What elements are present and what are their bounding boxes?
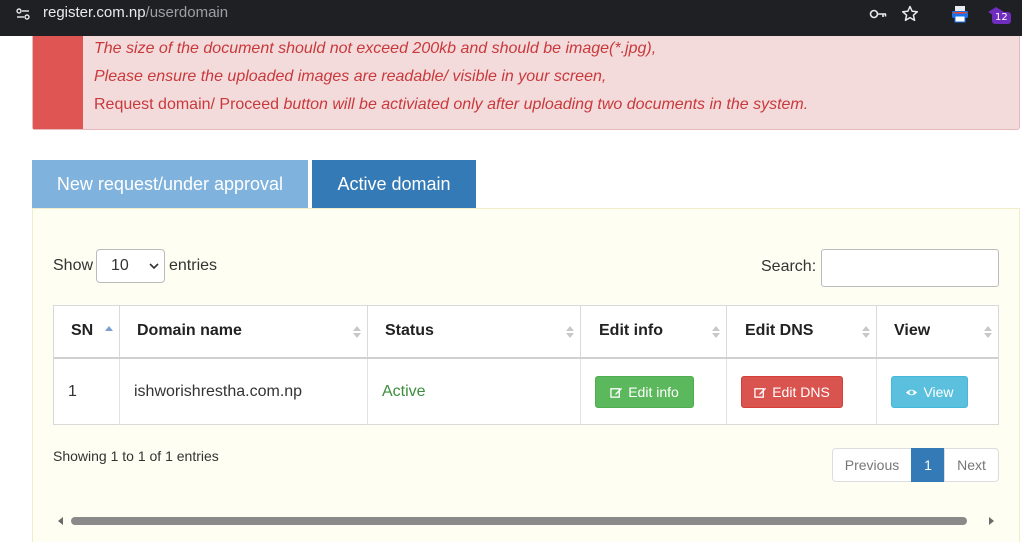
site-settings-icon[interactable] (15, 6, 31, 22)
edit-icon (754, 387, 767, 398)
entries-label: entries (169, 257, 218, 274)
column-header-label: Edit DNS (745, 322, 814, 339)
domains-table: SN Domain name Status Edit info Edit DNS… (53, 305, 999, 425)
url-domain: register.com.np (43, 4, 146, 21)
search-label: Search: (761, 258, 817, 275)
chevron-down-icon (149, 263, 159, 270)
cell-status: Active (368, 359, 581, 425)
edit-icon (610, 387, 623, 398)
sort-icon (566, 326, 574, 338)
key-icon[interactable] (868, 4, 888, 24)
view-button[interactable]: View (891, 376, 968, 408)
alert-line-size: The size of the document should not exce… (94, 40, 657, 57)
column-header-view[interactable]: View (877, 306, 998, 357)
pagination-previous[interactable]: Previous (832, 448, 912, 482)
column-header-status[interactable]: Status (368, 306, 581, 357)
column-header-edit-dns[interactable]: Edit DNS (727, 306, 877, 357)
pagination-next[interactable]: Next (944, 448, 999, 482)
entries-select[interactable]: 10 (96, 249, 165, 283)
scroll-left-icon[interactable] (57, 517, 65, 525)
edit-info-label: Edit info (628, 384, 679, 400)
column-header-label: Edit info (599, 322, 663, 339)
column-header-label: Status (385, 322, 434, 339)
address-bar[interactable]: register.com.np/userdomain (43, 5, 228, 21)
sort-icon (353, 326, 361, 338)
alert-rest-text: button will be activiated only after upl… (279, 96, 809, 113)
extension-badge: 12 (992, 12, 1011, 24)
row-sn: 1 (68, 383, 77, 400)
sort-asc-icon (105, 326, 113, 331)
sort-icon (984, 326, 992, 338)
cell-view: View (877, 359, 998, 425)
cell-edit-info: Edit info (581, 359, 727, 425)
status-badge: Active (382, 383, 426, 400)
alert-line-activation: Request domain/ Proceed button will be a… (94, 96, 808, 114)
alert-line-readable: Please ensure the uploaded images are re… (94, 68, 607, 85)
entries-value: 10 (111, 257, 129, 274)
tab-active-domain[interactable]: Active domain (312, 160, 476, 209)
pagination-page-1[interactable]: 1 (911, 448, 945, 482)
cell-edit-dns: Edit DNS (727, 359, 877, 425)
url-path: /userdomain (145, 4, 229, 21)
view-label: View (923, 384, 954, 400)
cell-sn: 1 (54, 359, 120, 425)
scroll-right-icon[interactable] (987, 517, 995, 525)
row-domain-name: ishworishrestha.com.np (134, 383, 303, 400)
table-info: Showing 1 to 1 of 1 entries (53, 448, 219, 464)
alert-strong-text: Request domain/ Proceed (94, 96, 279, 113)
show-label: Show (53, 257, 94, 274)
search-input[interactable] (821, 249, 999, 287)
tab-new-request[interactable]: New request/under approval (32, 160, 308, 209)
alert-accent-bar (33, 36, 83, 129)
upload-requirements-alert: The size of the document should not exce… (32, 36, 1020, 130)
sort-icon (712, 326, 720, 338)
edit-dns-button[interactable]: Edit DNS (741, 376, 843, 408)
star-icon[interactable] (900, 4, 920, 24)
scrollbar-thumb[interactable] (71, 517, 967, 525)
column-header-edit-info[interactable]: Edit info (581, 306, 727, 357)
column-header-sn[interactable]: SN (54, 306, 120, 357)
eye-icon (906, 389, 918, 395)
column-header-domain[interactable]: Domain name (120, 306, 368, 357)
column-header-label: SN (71, 322, 94, 339)
sort-icon (862, 326, 870, 338)
horizontal-scrollbar[interactable] (53, 514, 999, 528)
browser-toolbar: register.com.np/userdomain 12 (0, 0, 1022, 36)
cell-domain: ishworishrestha.com.np (120, 359, 368, 425)
column-header-label: Domain name (137, 322, 242, 339)
extension-printer-icon[interactable] (950, 4, 970, 24)
edit-dns-label: Edit DNS (772, 384, 830, 400)
column-header-label: View (894, 322, 931, 339)
edit-info-button[interactable]: Edit info (595, 376, 694, 408)
